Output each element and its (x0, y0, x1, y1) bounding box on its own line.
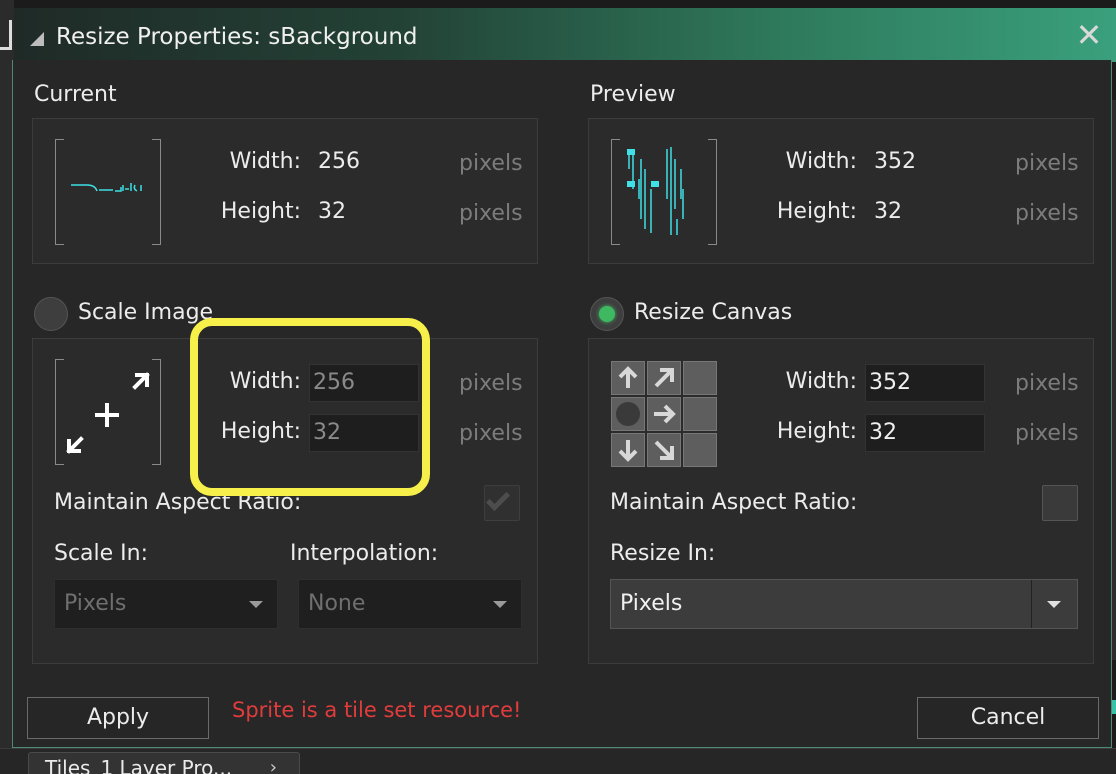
preview-heading: Preview (590, 82, 676, 107)
scale-image-radio[interactable] (34, 297, 68, 331)
canvas-width-label: Width: (785, 369, 857, 394)
anchor-bottom-center[interactable] (647, 433, 681, 467)
preview-width-label: Width: (785, 149, 857, 174)
resize-canvas-label[interactable]: Resize Canvas (634, 300, 792, 325)
resize-in-select-value: Pixels (620, 591, 683, 616)
current-panel: Width: 256 pixels Height: 32 pixels (32, 118, 538, 264)
close-button[interactable]: ✕ (1074, 18, 1104, 52)
scale-in-select[interactable]: Pixels (54, 579, 278, 629)
arrow-right-icon (654, 404, 676, 424)
preview-panel: Width: 352 pixels Height: 32 pixels (588, 118, 1094, 264)
anchor-grid (611, 361, 717, 467)
scale-thumbnail (55, 359, 161, 465)
scale-in-label: Scale In: (54, 541, 149, 566)
scale-in-select-value: Pixels (64, 591, 127, 616)
collapse-triangle-icon[interactable] (30, 32, 44, 46)
canvas-height-unit: pixels (1015, 421, 1079, 446)
scale-maintain-aspect-checkbox[interactable] (484, 485, 520, 521)
scale-width-input[interactable]: 256 (309, 364, 419, 402)
resize-canvas-radio[interactable] (590, 297, 624, 331)
interpolation-select[interactable]: None (298, 579, 522, 629)
anchor-middle-right[interactable] (683, 397, 717, 431)
anchor-bottom-left[interactable] (611, 433, 645, 467)
canvas-width-input[interactable]: 352 (865, 364, 985, 402)
current-heading: Current (34, 82, 117, 107)
background-layer-tab[interactable]: Tiles_1 Layer Pro... › (28, 752, 300, 774)
resize-in-label: Resize In: (610, 541, 716, 566)
scale-height-input[interactable]: 32 (309, 414, 419, 452)
current-width-unit: pixels (459, 151, 523, 176)
current-sprite-thumbnail (55, 139, 161, 245)
scale-height-unit: pixels (459, 421, 523, 446)
anchor-dot-icon (616, 402, 640, 426)
scale-maintain-aspect-label: Maintain Aspect Ratio: (54, 490, 302, 515)
preview-sprite-thumbnail (611, 139, 717, 245)
canvas-height-input[interactable]: 32 (865, 414, 985, 452)
chevron-down-icon (1047, 601, 1061, 608)
interpolation-label: Interpolation: (290, 541, 439, 566)
dialog-title: Resize Properties: sBackground (56, 24, 418, 50)
anchor-bottom-right[interactable] (683, 433, 717, 467)
preview-height-label: Height: (776, 199, 857, 224)
current-width-label: Width: (229, 149, 301, 174)
current-height-unit: pixels (459, 201, 523, 226)
current-width-value: 256 (318, 149, 360, 174)
canvas-width-unit: pixels (1015, 371, 1079, 396)
chevron-right-icon: › (269, 757, 277, 774)
anchor-middle-left[interactable] (611, 397, 645, 431)
preview-height-unit: pixels (1015, 201, 1079, 226)
background-layer-tab-label: Tiles_1 Layer Pro... (45, 756, 233, 774)
home-icon (0, 20, 12, 50)
scale-arrows-icon (66, 372, 150, 454)
canvas-height-label: Height: (776, 419, 857, 444)
arrow-down-icon (618, 440, 638, 462)
anchor-top-left[interactable] (611, 361, 645, 395)
scale-height-label: Height: (220, 419, 301, 444)
error-message: Sprite is a tile set resource! (232, 698, 522, 722)
canvas-maintain-aspect-label: Maintain Aspect Ratio: (610, 490, 858, 515)
cancel-button[interactable]: Cancel (917, 697, 1099, 739)
chevron-down-icon (249, 601, 263, 608)
anchor-top-center[interactable] (647, 361, 681, 395)
current-height-label: Height: (220, 199, 301, 224)
arrow-up-icon (618, 366, 638, 388)
scale-width-unit: pixels (459, 371, 523, 396)
arrow-up-right-icon (654, 368, 674, 388)
scale-image-label[interactable]: Scale Image (78, 300, 213, 325)
resize-properties-dialog: Current Width: 256 pixels Height: 32 pix… (12, 60, 1112, 748)
anchor-middle-center[interactable] (647, 397, 681, 431)
scale-image-panel: Width: 256 pixels Height: 32 pixels Main… (32, 338, 538, 664)
preview-height-value: 32 (874, 199, 902, 224)
arrow-down-right-icon (654, 440, 674, 460)
resize-canvas-panel: Width: 352 pixels Height: 32 pixels Main… (588, 338, 1094, 664)
sprite-thumbnail-image (71, 183, 142, 192)
canvas-maintain-aspect-checkbox[interactable] (1042, 485, 1078, 521)
preview-width-unit: pixels (1015, 151, 1079, 176)
chevron-down-icon (493, 601, 507, 608)
anchor-top-right[interactable] (683, 361, 717, 395)
interpolation-select-value: None (308, 591, 366, 616)
apply-button[interactable]: Apply (27, 697, 209, 739)
checkmark-icon (485, 486, 511, 512)
scale-width-label: Width: (229, 369, 301, 394)
preview-thumbnail-image (627, 147, 684, 235)
resize-in-select[interactable]: Pixels (610, 579, 1078, 629)
current-height-value: 32 (318, 199, 346, 224)
preview-width-value: 352 (874, 149, 916, 174)
dialog-title-bar[interactable]: Resize Properties: sBackground ✕ (14, 8, 1116, 62)
